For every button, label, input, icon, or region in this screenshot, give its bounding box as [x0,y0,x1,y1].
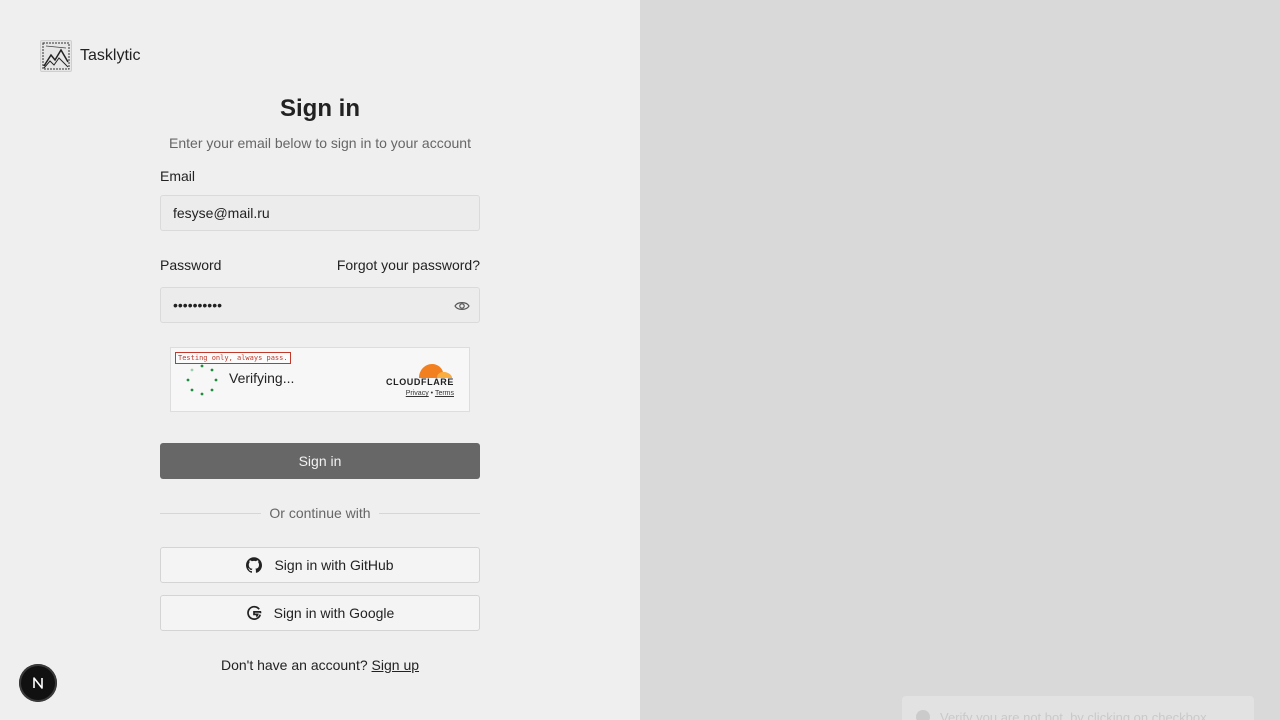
divider-label: Or continue with [160,505,480,523]
password-label: Password [160,257,222,273]
forgot-password-link[interactable]: Forgot your password? [337,257,480,273]
captcha-links: Privacy • Terms [406,390,454,397]
sign-up-link[interactable]: Sign up [372,657,419,673]
github-button-label: Sign in with GitHub [274,557,394,573]
captcha-link-separator: • [430,390,434,397]
eye-icon[interactable] [454,298,470,314]
email-label: Email [160,168,196,184]
spinner-icon [186,364,218,396]
mountain-chart-logo-icon [40,40,72,72]
divider-text: Or continue with [261,505,379,521]
toast-text: Verify you are not bot, by clicking on c… [940,710,1207,720]
sign-in-button[interactable]: Sign in [160,443,480,479]
brand-name: Tasklytic [80,47,141,64]
email-field[interactable]: fesyse@mail.ru [160,195,480,231]
captcha-privacy-link[interactable]: Privacy [406,390,429,397]
toast-notification: Verify you are not bot, by clicking on c… [902,696,1254,720]
signup-text: Don't have an account? [220,657,368,673]
captcha-test-notice: Testing only, always pass. [175,352,291,364]
password-row: Password Forgot your password? [160,257,480,273]
email-value: fesyse@mail.ru [173,205,270,221]
captcha-provider: CLOUDFLARE [386,377,454,387]
password-value: •••••••••• [173,297,223,313]
page-title: Sign in [280,95,360,122]
github-sign-in-button[interactable]: Sign in with GitHub [160,547,480,583]
signup-prompt: Don't have an account? Sign up [160,657,480,673]
page-subtitle: Enter your email below to sign in to you… [169,135,471,151]
hero-panel [640,0,1280,720]
captcha-status: Verifying... [229,370,295,386]
auth-panel: Tasklytic Sign in Enter your email below… [0,0,640,720]
google-sign-in-button[interactable]: Sign in with Google [160,595,480,631]
nextjs-dev-badge[interactable] [19,664,57,702]
brand[interactable]: Tasklytic [40,40,140,72]
sign-in-form: Sign in Enter your email below to sign i… [160,92,480,673]
google-icon [246,605,262,620]
captcha-terms-link[interactable]: Terms [435,390,454,397]
google-button-label: Sign in with Google [273,605,395,621]
info-icon [916,710,930,720]
next-logo-icon [33,677,43,689]
password-field[interactable]: •••••••••• [160,287,480,323]
github-icon [246,557,263,573]
captcha-widget[interactable]: Testing only, always pass. Verifying... [170,347,470,412]
